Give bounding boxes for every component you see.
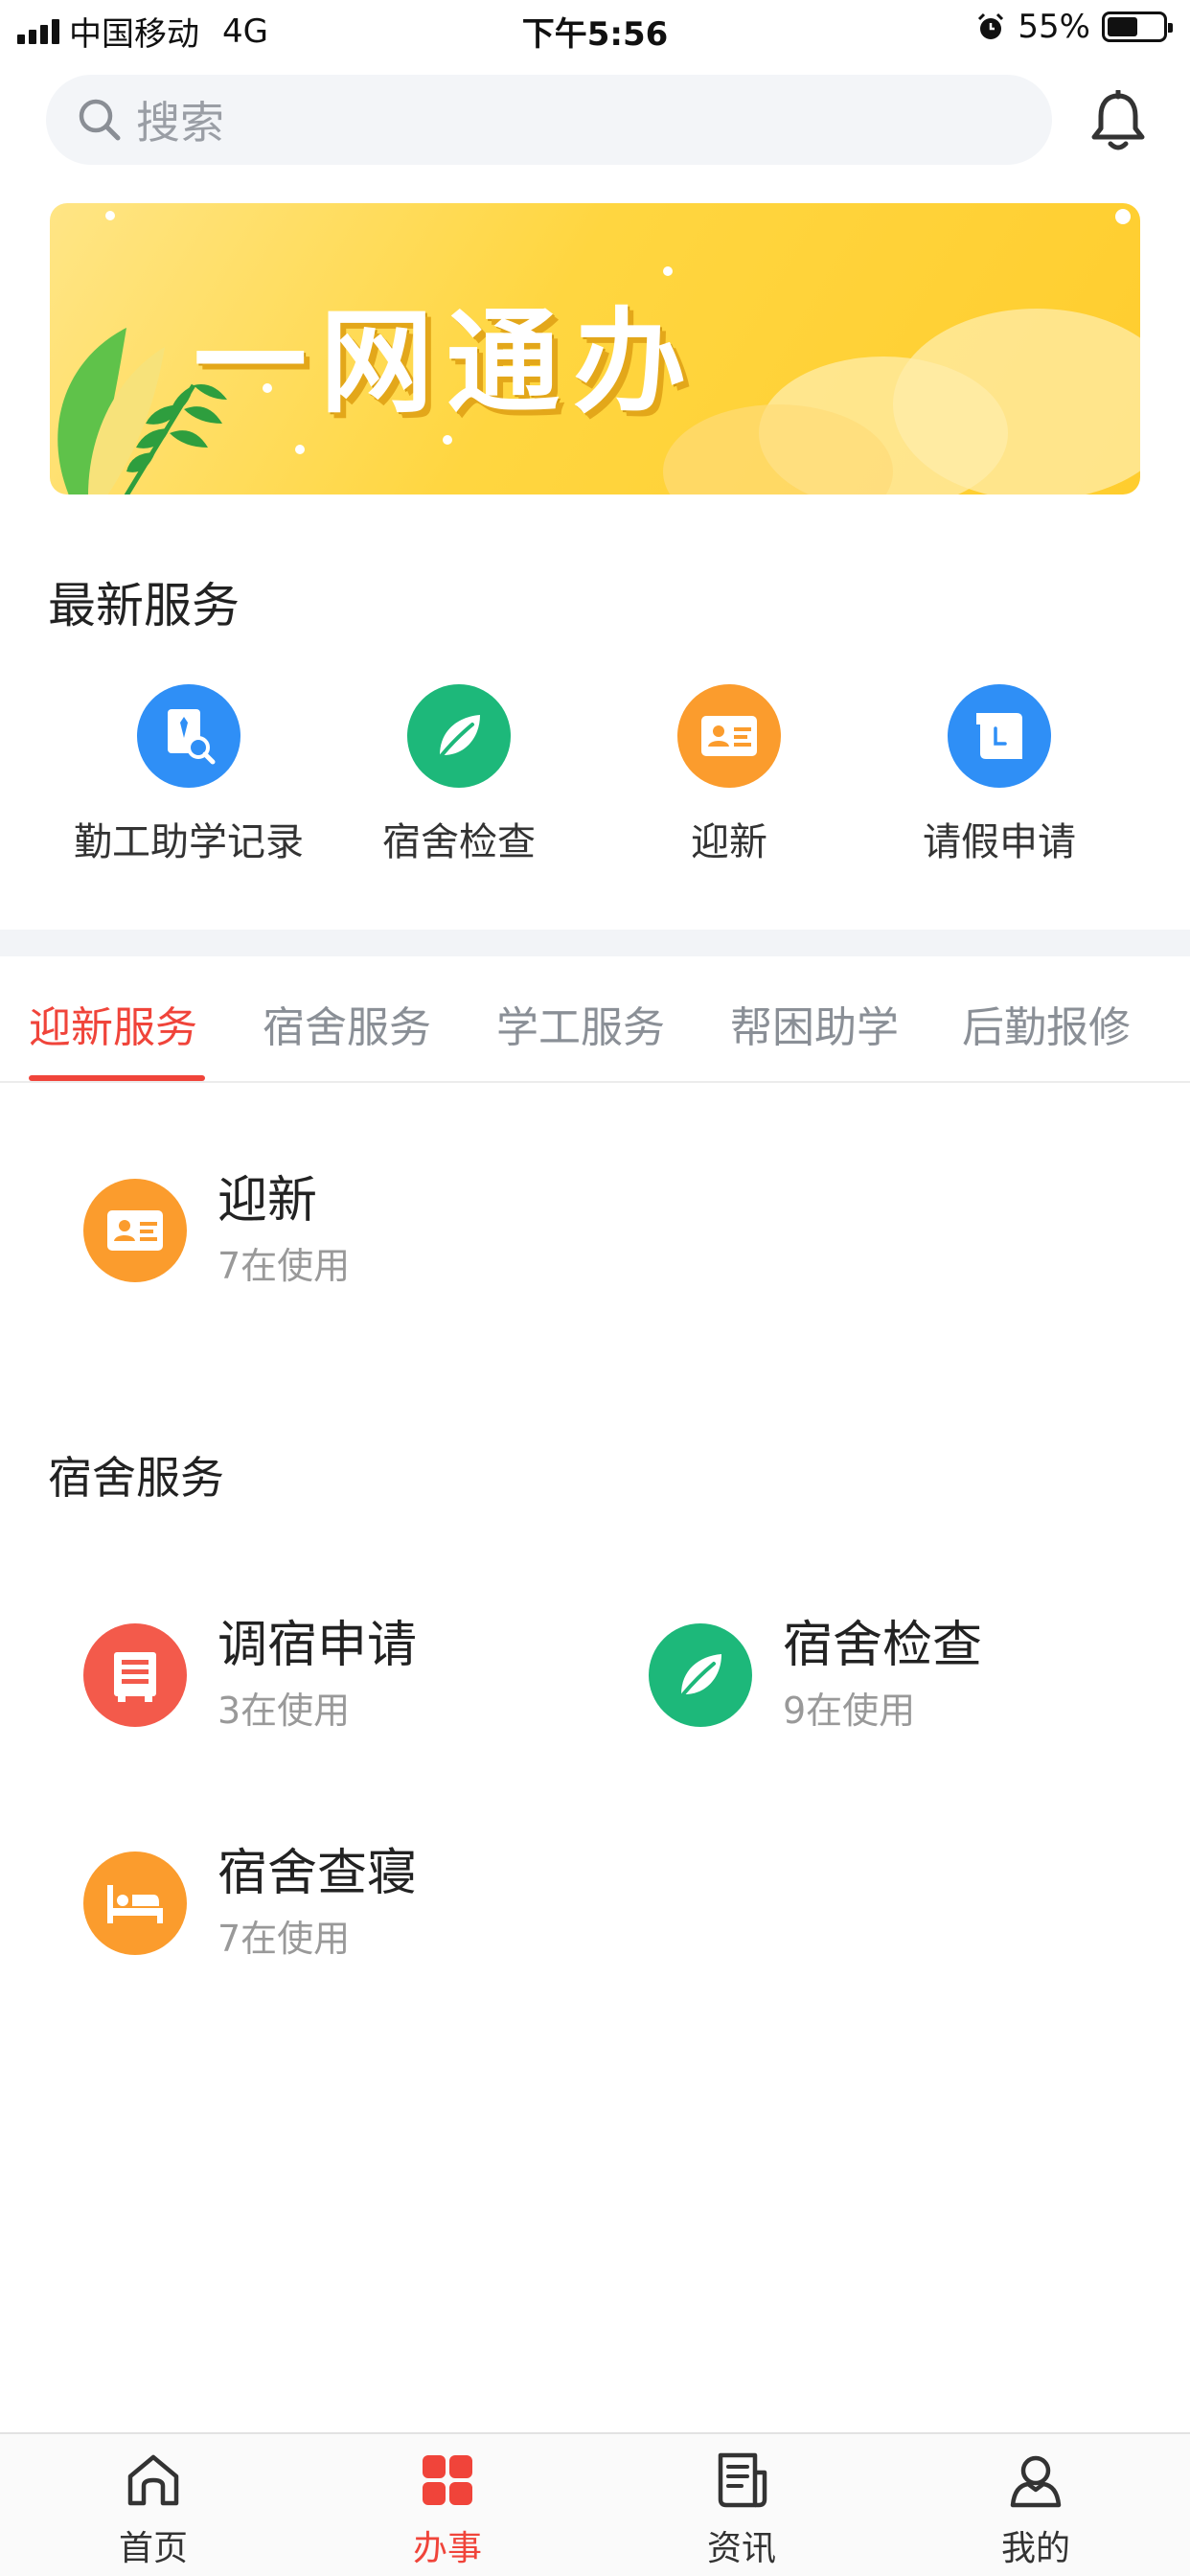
tab-active-indicator	[29, 1075, 205, 1081]
nav-home[interactable]: 首页	[57, 2450, 249, 2570]
service-item-bed-check[interactable]: 宿舍查寝 7在使用	[83, 1844, 417, 1962]
search-placeholder: 搜索	[136, 97, 224, 149]
quick-item-label: 勤工助学记录	[74, 820, 304, 864]
bed-icon	[83, 1851, 187, 1955]
nav-label: 我的	[1000, 2529, 1070, 2568]
quick-item-label: 宿舍检查	[382, 820, 536, 864]
user-icon	[1005, 2450, 1066, 2511]
service-usage: 9在使用	[783, 1690, 916, 1733]
bell-icon[interactable]	[1088, 90, 1148, 153]
news-icon	[711, 2450, 772, 2511]
service-usage: 3在使用	[217, 1690, 351, 1733]
nav-mine[interactable]: 我的	[940, 2450, 1132, 2570]
service-item-welcome[interactable]: 迎新 7在使用	[83, 1171, 350, 1289]
service-tabs: 迎新服务 宿舍服务 学工服务 帮困助学 后勤报修	[0, 956, 1190, 1083]
service-name: 调宿申请	[217, 1617, 418, 1674]
battery-percent: 55%	[1018, 8, 1090, 46]
nav-tasks[interactable]: 办事	[352, 2450, 543, 2570]
dorm-services-title: 宿舍服务	[48, 1452, 224, 1504]
id-card-icon	[83, 1178, 187, 1282]
search-input[interactable]: 搜索	[46, 75, 1052, 165]
leaf-icon	[649, 1622, 752, 1727]
tab-student-affairs[interactable]: 学工服务	[496, 993, 665, 1054]
work-study-record-icon	[137, 684, 240, 788]
service-item-room-change[interactable]: 调宿申请 3在使用	[83, 1616, 417, 1734]
nav-label: 首页	[118, 2529, 188, 2568]
bunk-bed-icon	[83, 1622, 187, 1727]
alarm-icon	[978, 12, 1004, 39]
banner[interactable]: 一网通办	[50, 203, 1140, 494]
quick-item-leave[interactable]: 请假申请	[856, 684, 1143, 866]
tab-financial-aid[interactable]: 帮困助学	[730, 993, 899, 1054]
nav-label: 办事	[412, 2529, 482, 2568]
service-usage: 7在使用	[217, 1245, 351, 1288]
home-icon	[123, 2450, 184, 2511]
nav-news[interactable]: 资讯	[646, 2450, 837, 2570]
status-bar: 中国移动 4G 下午5:56 55%	[0, 0, 1190, 58]
service-usage: 7在使用	[217, 1918, 351, 1961]
quick-item-label: 迎新	[691, 820, 767, 864]
service-name: 迎新	[217, 1172, 318, 1230]
nav-label: 资讯	[706, 2529, 776, 2568]
grid-icon	[417, 2450, 478, 2511]
quick-item-label: 请假申请	[923, 820, 1076, 864]
tab-dorm-services[interactable]: 宿舍服务	[263, 993, 431, 1054]
quick-item-welcome[interactable]: 迎新	[585, 684, 873, 866]
search-icon	[79, 99, 121, 141]
tab-maintenance[interactable]: 后勤报修	[962, 993, 1131, 1054]
leave-scroll-icon	[948, 684, 1051, 788]
service-name: 宿舍检查	[783, 1617, 983, 1674]
tab-welcome-services[interactable]: 迎新服务	[29, 993, 197, 1054]
bottom-nav: 首页 办事 资讯 我的	[0, 2432, 1190, 2576]
quick-item-dorm-check[interactable]: 宿舍检查	[315, 684, 603, 866]
status-right: 55%	[975, 8, 1173, 46]
latest-services-title: 最新服务	[48, 578, 240, 633]
quick-item-work-study[interactable]: 勤工助学记录	[45, 684, 332, 866]
service-item-dorm-check[interactable]: 宿舍检查 9在使用	[649, 1616, 982, 1734]
battery-fill	[1108, 17, 1137, 36]
service-name: 宿舍查寝	[217, 1845, 418, 1902]
banner-title: 一网通办	[194, 296, 700, 428]
leaf-icon	[407, 684, 511, 788]
battery-icon	[1102, 12, 1173, 42]
id-card-icon	[677, 684, 781, 788]
section-divider	[0, 930, 1190, 956]
